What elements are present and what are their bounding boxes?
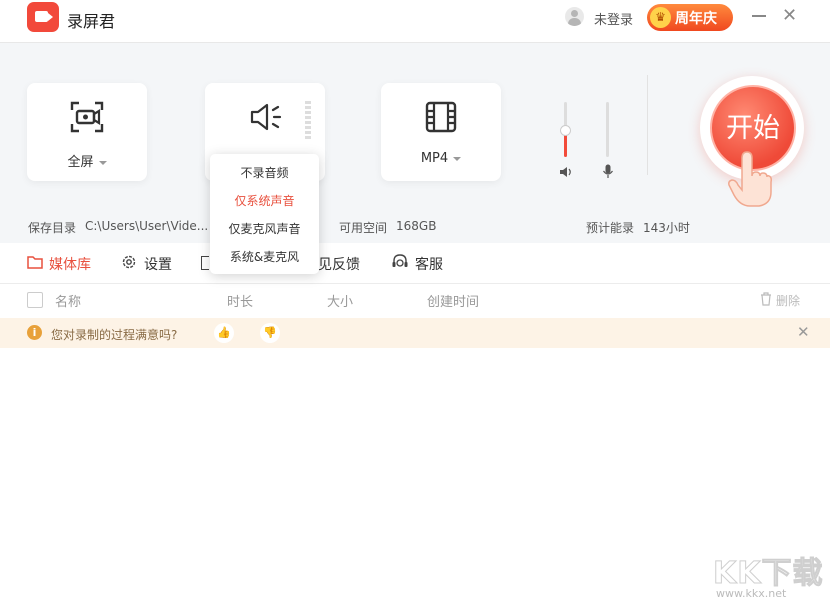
format-card[interactable]: MP4	[381, 83, 501, 181]
format-label[interactable]: MP4	[381, 151, 501, 166]
table-header	[0, 283, 830, 318]
delete-button[interactable]: 删除	[776, 292, 800, 309]
thumbs-down-icon[interactable]: 👎	[260, 323, 280, 343]
crown-icon: ♛	[650, 7, 671, 28]
column-name[interactable]: 名称	[55, 291, 81, 310]
gear-icon	[122, 255, 136, 269]
save-dir-label: 保存目录	[28, 221, 77, 235]
notice-text: 您对录制的过程满意吗?	[51, 328, 178, 342]
audio-option-0[interactable]: 不录音频	[210, 164, 319, 181]
feedback-notice-bar: i 您对录制的过程满意吗? 👍 👎 ✕	[0, 318, 830, 348]
watermark-url: www.kkx.net	[716, 587, 787, 600]
tab-customer-service[interactable]: 客服	[415, 254, 443, 274]
volume-icon	[560, 167, 571, 177]
app-title: 录屏君	[67, 12, 116, 31]
thumbs-up-icon[interactable]: 👍	[214, 323, 234, 343]
screen-capture-icon	[70, 101, 104, 133]
anniversary-promo-button[interactable]: ♛ 周年庆	[647, 4, 733, 31]
mic-volume-slider[interactable]	[606, 102, 609, 157]
pointing-hand-icon	[728, 151, 772, 207]
user-avatar-icon[interactable]	[565, 7, 584, 26]
audio-level-meter	[305, 101, 311, 139]
free-space-label: 可用空间	[339, 221, 388, 235]
app-logo-icon	[27, 2, 59, 32]
trash-icon	[761, 292, 771, 306]
tool-icon	[201, 256, 209, 270]
column-size[interactable]: 大小	[327, 291, 353, 310]
chevron-down-icon	[98, 160, 107, 165]
tab-media-library[interactable]: 媒体库	[49, 254, 91, 274]
promo-label: 周年庆	[675, 11, 717, 27]
screen-region-card[interactable]: 全屏	[27, 83, 147, 181]
microphone-icon	[603, 164, 613, 178]
audio-option-2[interactable]: 仅麦克风声音	[210, 220, 319, 237]
close-window-icon[interactable]: ✕	[782, 5, 797, 26]
column-duration[interactable]: 时长	[227, 291, 253, 310]
audio-option-1[interactable]: 仅系统声音	[210, 192, 319, 209]
system-volume-knob[interactable]	[560, 124, 571, 136]
audio-source-dropdown: 不录音频仅系统声音仅麦克风声音 系统&麦克风	[210, 154, 319, 274]
audio-option-3[interactable]: 系统&麦克风	[210, 248, 319, 265]
tab-settings[interactable]: 设置	[144, 254, 172, 274]
info-icon: i	[27, 325, 42, 340]
watermark-text: KK下载	[713, 556, 824, 592]
chevron-down-icon	[453, 156, 462, 161]
select-all-checkbox[interactable]	[27, 292, 43, 308]
estimated-time-value: 143小时	[643, 221, 690, 235]
toolbar-divider	[647, 75, 648, 175]
tab-feedback[interactable]: 见反馈	[318, 254, 360, 274]
free-space-value: 168GB	[396, 219, 437, 233]
notice-close-icon[interactable]: ✕	[797, 323, 810, 341]
headset-icon	[392, 254, 408, 267]
screen-region-label[interactable]: 全屏	[27, 151, 147, 170]
minimize-icon[interactable]	[752, 15, 766, 17]
watermark: KK下载 www.kkx.net	[713, 548, 828, 601]
folder-icon	[27, 256, 43, 269]
column-created[interactable]: 创建时间	[427, 291, 479, 310]
save-dir-value[interactable]: C:\Users\User\Vide...	[85, 219, 208, 233]
estimated-time-label: 预计能录	[586, 221, 635, 235]
film-icon	[425, 101, 457, 133]
login-link[interactable]: 未登录	[594, 9, 633, 28]
speaker-icon	[250, 103, 282, 131]
